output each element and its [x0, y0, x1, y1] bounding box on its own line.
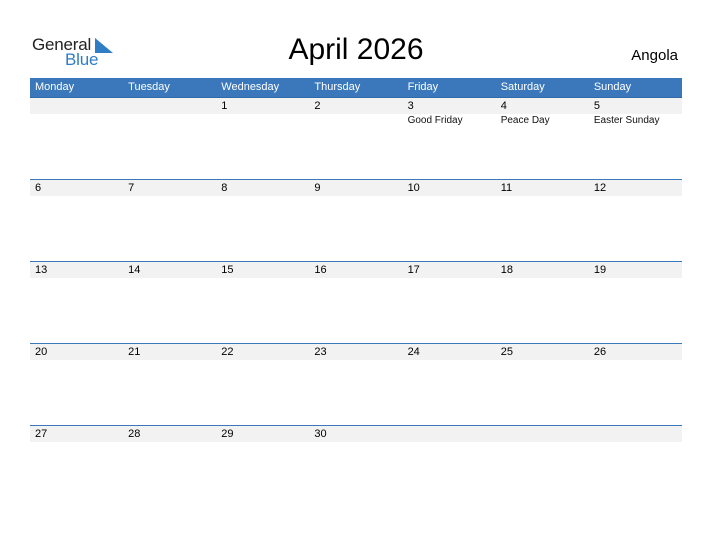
week-row: 6 7 8 9 10 11 12: [30, 179, 682, 261]
day-cell: 3 Good Friday: [403, 98, 496, 179]
day-number: 3: [407, 100, 414, 112]
day-cell: 24: [403, 344, 496, 425]
day-cell: [496, 426, 589, 507]
day-number: 14: [128, 264, 141, 276]
day-number: 29: [221, 428, 234, 440]
day-number: 23: [314, 346, 327, 358]
day-cell: 27: [30, 426, 123, 507]
weekday-saturday: Saturday: [500, 81, 545, 93]
weekday-thursday: Thursday: [314, 81, 361, 93]
weekday-wednesday: Wednesday: [221, 81, 280, 93]
day-number: 20: [35, 346, 48, 358]
day-cell: 30: [309, 426, 402, 507]
day-cell: 14: [123, 262, 216, 343]
day-cell: 19: [589, 262, 682, 343]
country-label: Angola: [631, 47, 678, 64]
day-cell: 29: [216, 426, 309, 507]
day-number: 27: [35, 428, 48, 440]
day-number: 21: [128, 346, 141, 358]
holiday-label: Peace Day: [500, 115, 550, 126]
holiday-label: Good Friday: [407, 115, 463, 126]
day-number: 19: [593, 264, 607, 276]
day-cell: 18: [496, 262, 589, 343]
weekday-friday: Friday: [407, 81, 439, 93]
day-cell: 9: [309, 180, 402, 261]
day-number: 25: [500, 346, 513, 358]
day-cell: 6: [30, 180, 123, 261]
day-cell: 17: [403, 262, 496, 343]
week-row: 27 28 29 30: [30, 425, 682, 507]
day-cell: 7: [123, 180, 216, 261]
day-cell: 15: [216, 262, 309, 343]
week-row: 1 2 3 Good Friday 4 Peace Day 5 Easter Sunday: [30, 98, 682, 179]
day-number: 7: [128, 182, 135, 194]
day-cell: 22: [216, 344, 309, 425]
day-cell: 13: [30, 262, 123, 343]
day-number: 2: [314, 100, 321, 112]
day-cell: 5 Easter Sunday: [589, 98, 682, 179]
weekday-tuesday: Tuesday: [128, 81, 170, 93]
day-cell: 23: [309, 344, 402, 425]
day-number: 11: [500, 182, 513, 194]
day-cell: 25: [496, 344, 589, 425]
day-cell: 16: [309, 262, 402, 343]
day-cell: 10: [403, 180, 496, 261]
day-number: 22: [221, 346, 234, 358]
day-cell: 4 Peace Day: [496, 98, 589, 179]
week-row: 13 14 15 16 17 18 19: [30, 261, 682, 343]
calendar-grid: Monday Tuesday Wednesday Thursday Friday…: [30, 78, 682, 507]
weeks-container: 1 2 3 Good Friday 4 Peace Day 5 Easter Sunday 6 7…: [30, 98, 682, 507]
day-number: 30: [314, 428, 327, 440]
day-cell: 1: [216, 98, 309, 179]
day-number: 10: [407, 182, 420, 194]
day-cell: [30, 98, 123, 179]
day-cell: 8: [216, 180, 309, 261]
day-number: 13: [35, 264, 48, 276]
day-number: 17: [407, 264, 420, 276]
weekday-monday: Monday: [35, 81, 75, 93]
day-number: 1: [221, 100, 228, 112]
week-row: 20 21 22 23 24 25 26: [30, 343, 682, 425]
day-cell: 26: [589, 344, 682, 425]
day-cell: 20: [30, 344, 123, 425]
day-cell: 2: [309, 98, 402, 179]
day-number: 5: [593, 100, 600, 112]
day-number: 9: [314, 182, 321, 194]
day-cell: 12: [589, 180, 682, 261]
day-number: 16: [314, 264, 327, 276]
day-cell: [403, 426, 496, 507]
day-number: 4: [500, 100, 507, 112]
day-number: 26: [593, 346, 607, 358]
day-cell: [123, 98, 216, 179]
day-cell: [589, 426, 682, 507]
day-cell: 28: [123, 426, 216, 507]
weekday-header: Monday Tuesday Wednesday Thursday Friday…: [30, 78, 682, 98]
day-number: 28: [128, 428, 141, 440]
day-cell: 21: [123, 344, 216, 425]
day-cell: 11: [496, 180, 589, 261]
day-number: 12: [593, 182, 607, 194]
day-number: 8: [221, 182, 228, 194]
weekday-sunday: Sunday: [593, 81, 632, 93]
day-number: 15: [221, 264, 234, 276]
day-number: 18: [500, 264, 513, 276]
holiday-label: Easter Sunday: [593, 115, 660, 126]
day-number: 24: [407, 346, 420, 358]
day-number: 6: [35, 182, 42, 194]
calendar-title: April 2026: [288, 33, 424, 66]
